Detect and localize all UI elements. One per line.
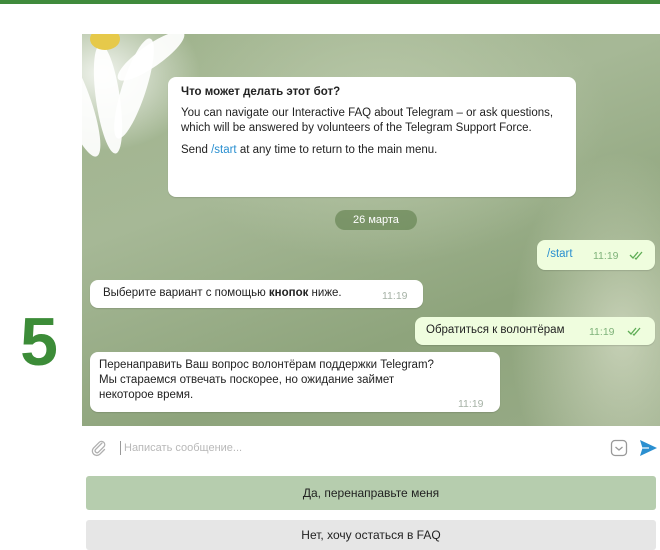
bot-info-send-suffix: at any time to return to the main menu. bbox=[236, 144, 438, 156]
send-arrow-icon[interactable] bbox=[638, 438, 658, 462]
top-divider bbox=[0, 0, 660, 4]
message-text-bold: кнопок bbox=[268, 287, 309, 299]
message-time: 11:19 bbox=[458, 398, 484, 410]
message-outgoing[interactable]: /start 11:19 bbox=[537, 240, 655, 270]
chat-history[interactable]: Что может делать этот бот? You can navig… bbox=[82, 34, 660, 426]
bot-info-card: Что может делать этот бот? You can navig… bbox=[168, 77, 576, 197]
message-incoming[interactable]: Перенаправить Ваш вопрос волонтёрам подд… bbox=[90, 352, 500, 412]
bot-info-description: You can navigate our Interactive FAQ abo… bbox=[181, 107, 554, 134]
background-flower-center bbox=[90, 34, 120, 50]
keyboard-button-redirect[interactable]: Да, перенаправьте меня bbox=[86, 476, 656, 510]
message-time: 11:19 bbox=[382, 290, 408, 302]
read-check-icon bbox=[629, 249, 645, 264]
message-text-after: ниже. bbox=[308, 287, 342, 299]
read-check-icon bbox=[627, 325, 643, 340]
message-incoming[interactable]: Выберите вариант с помощью кнопок ниже. … bbox=[90, 280, 423, 308]
step-number: 5 bbox=[20, 304, 58, 380]
bot-info-title: Что может делать этот бот? bbox=[181, 86, 341, 98]
message-time: 11:19 bbox=[589, 326, 615, 338]
message-text: Выберите вариант с помощью кнопок ниже. bbox=[103, 287, 342, 299]
message-input[interactable]: Написать сообщение... bbox=[120, 441, 242, 455]
message-time: 11:19 bbox=[593, 250, 619, 262]
bot-info-start-hint: Send /start at any time to return to the… bbox=[181, 144, 566, 156]
date-separator: 26 марта bbox=[335, 210, 417, 230]
message-text-before: Выберите вариант с помощью bbox=[103, 287, 269, 299]
message-text: Перенаправить Ваш вопрос волонтёрам подд… bbox=[99, 359, 434, 401]
paperclip-icon[interactable] bbox=[90, 439, 108, 461]
message-outgoing[interactable]: Обратиться к волонтёрам 11:19 bbox=[415, 317, 655, 345]
sticker-icon[interactable] bbox=[610, 439, 628, 461]
message-composer: Написать сообщение... bbox=[82, 426, 660, 470]
message-text: Обратиться к волонтёрам bbox=[426, 324, 565, 336]
start-command-link[interactable]: /start bbox=[211, 144, 237, 156]
message-text: /start bbox=[547, 248, 573, 260]
bot-info-send-prefix: Send bbox=[181, 144, 212, 156]
